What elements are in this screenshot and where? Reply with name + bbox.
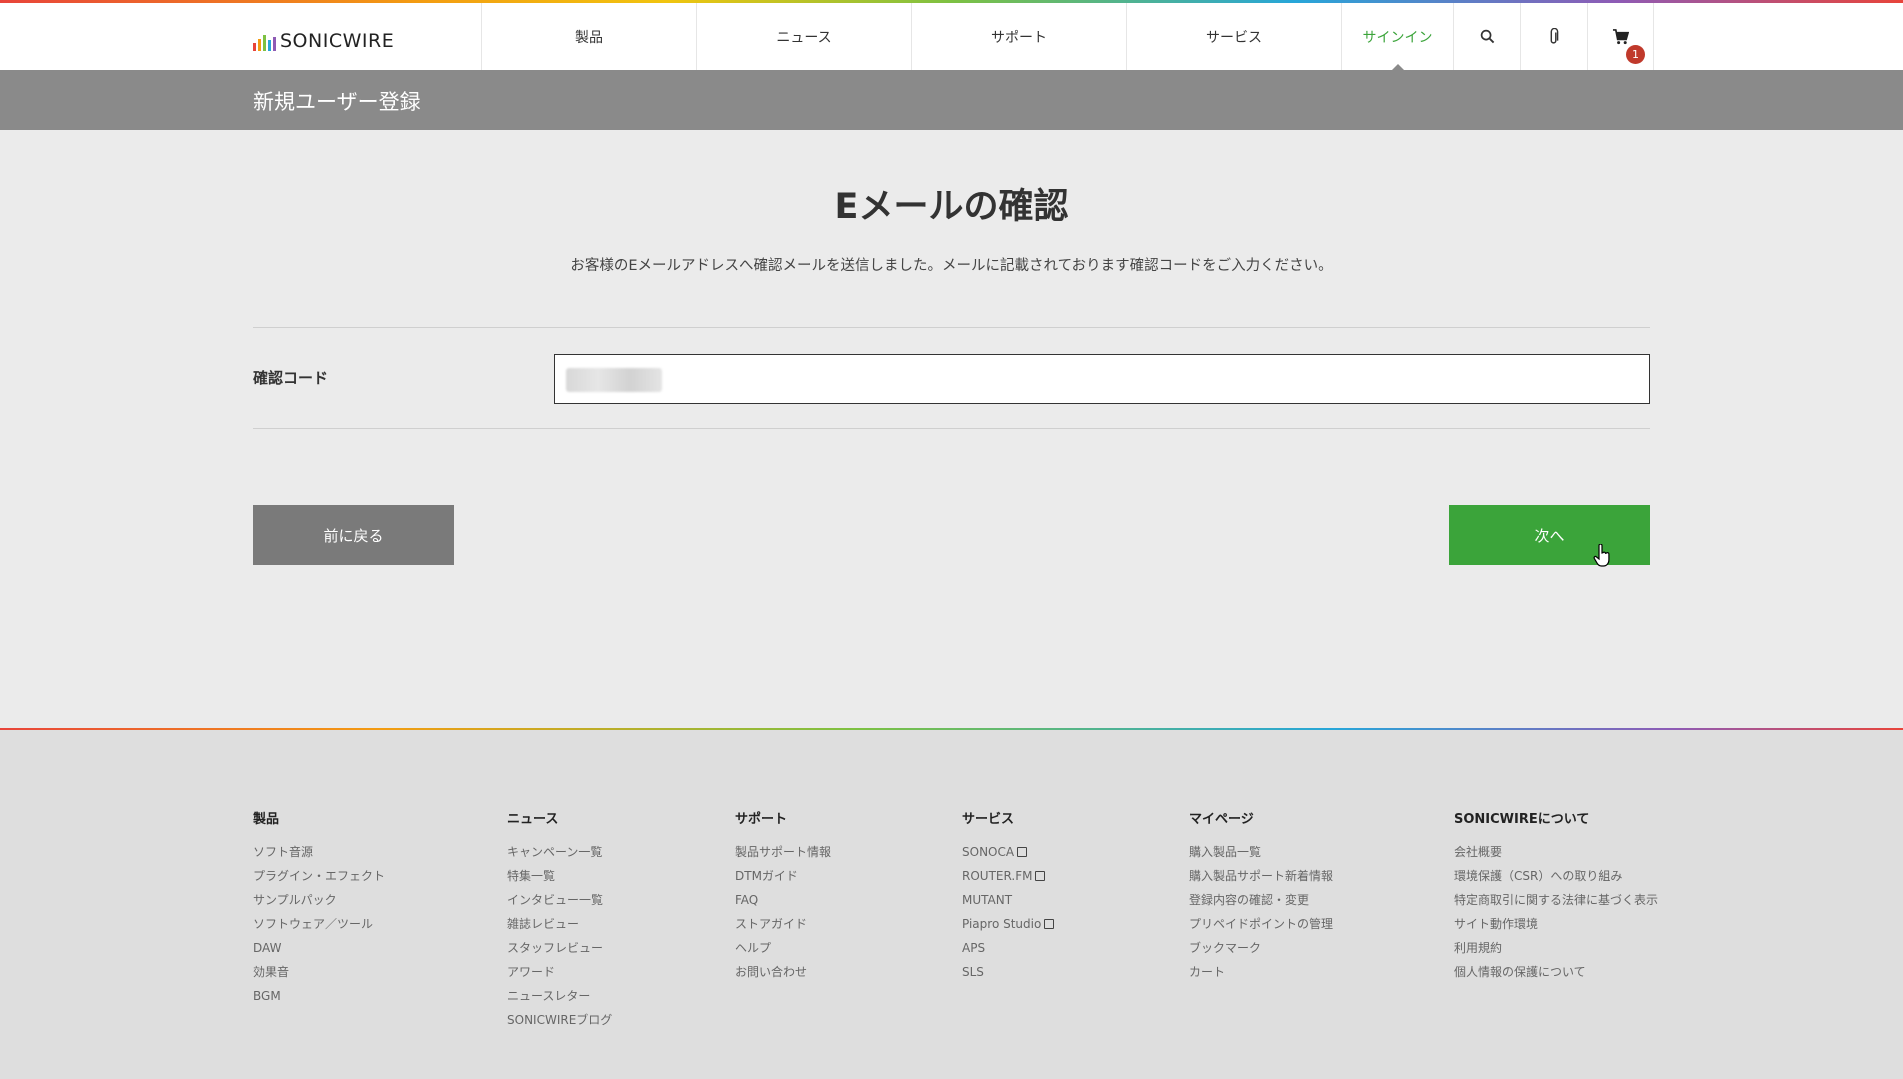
- external-link-icon: [1035, 871, 1046, 881]
- redacted-code-value: [566, 368, 662, 392]
- logo-bars-icon: [253, 33, 276, 51]
- footer-link[interactable]: プラグイン・エフェクト: [253, 864, 385, 888]
- footer-link[interactable]: 購入製品一覧: [1189, 840, 1333, 864]
- main-heading: Eメールの確認: [834, 187, 1069, 227]
- footer-link[interactable]: 製品サポート情報: [735, 840, 831, 864]
- site-header: SONICWIRE 製品 ニュース サポート サービス サインイン 1: [0, 3, 1903, 71]
- footer-link[interactable]: 個人情報の保護について: [1454, 960, 1658, 984]
- external-link-icon: [1044, 919, 1055, 929]
- footer-link-label: ROUTER.FM: [962, 869, 1033, 883]
- page-title-bar: 新規ユーザー登録: [0, 70, 1903, 130]
- footer-link[interactable]: ヘルプ: [735, 936, 831, 960]
- footer-col-title: ニュース: [507, 812, 559, 827]
- nav-news[interactable]: ニュース: [696, 3, 911, 70]
- footer-col-title: サポート: [735, 812, 788, 827]
- footer-link-label: SONOCA: [962, 845, 1015, 859]
- footer-col-title: 製品: [253, 812, 280, 827]
- footer-col-services: サービス SONOCA ROUTER.FM MUTANT Piapro Stud…: [962, 808, 1055, 984]
- back-button[interactable]: 前に戻る: [253, 505, 454, 565]
- search-button[interactable]: [1453, 3, 1520, 70]
- next-button[interactable]: 次へ: [1449, 505, 1650, 565]
- hand-cursor-icon: [1593, 544, 1610, 567]
- footer-col-title: SONICWIREについて: [1454, 812, 1590, 827]
- paperclip-icon: [1550, 27, 1559, 44]
- cart-button[interactable]: 1: [1587, 3, 1654, 70]
- footer-link[interactable]: SONICWIREブログ: [507, 1008, 612, 1032]
- cart-icon: [1612, 28, 1629, 44]
- site-footer: 製品 ソフト音源 プラグイン・エフェクト サンプルパック ソフトウェア／ツール …: [0, 730, 1903, 1079]
- footer-link[interactable]: ソフト音源: [253, 840, 385, 864]
- footer-link[interactable]: インタビュー一覧: [507, 888, 612, 912]
- footer-link[interactable]: DTMガイド: [735, 864, 831, 888]
- footer-link[interactable]: 雑誌レビュー: [507, 912, 612, 936]
- footer-link[interactable]: カート: [1189, 960, 1333, 984]
- footer-col-about: SONICWIREについて 会社概要 環境保護（CSR）への取り組み 特定商取引…: [1454, 808, 1658, 984]
- cart-count-badge: 1: [1626, 45, 1645, 64]
- main-nav: 製品 ニュース サポート サービス サインイン 1: [481, 3, 1654, 71]
- footer-link[interactable]: ニュースレター: [507, 984, 612, 1008]
- footer-link[interactable]: アワード: [507, 960, 612, 984]
- footer-link[interactable]: SLS: [962, 960, 1054, 984]
- footer-link[interactable]: 効果音: [253, 960, 385, 984]
- footer-link[interactable]: スタッフレビュー: [507, 936, 612, 960]
- logo-text: SONICWIRE: [280, 30, 395, 52]
- footer-link[interactable]: MUTANT: [962, 888, 1054, 912]
- nav-signin[interactable]: サインイン: [1341, 3, 1453, 71]
- search-icon: [1480, 29, 1494, 44]
- footer-link[interactable]: 会社概要: [1454, 840, 1658, 864]
- nav-services[interactable]: サービス: [1126, 3, 1341, 70]
- page-title: 新規ユーザー登録: [253, 90, 421, 114]
- divider-bottom: [253, 428, 1650, 429]
- footer-link-external[interactable]: SONOCA: [962, 840, 1054, 864]
- footer-col-support: サポート 製品サポート情報 DTMガイド FAQ ストアガイド ヘルプ お問い合…: [735, 808, 831, 984]
- footer-col-products: 製品 ソフト音源 プラグイン・エフェクト サンプルパック ソフトウェア／ツール …: [253, 808, 385, 1008]
- footer-link[interactable]: 利用規約: [1454, 936, 1658, 960]
- footer-link[interactable]: キャンペーン一覧: [507, 840, 612, 864]
- bookmark-button[interactable]: [1520, 3, 1587, 70]
- footer-link[interactable]: APS: [962, 936, 1054, 960]
- footer-link[interactable]: 登録内容の確認・変更: [1189, 888, 1333, 912]
- footer-link-external[interactable]: Piapro Studio: [962, 912, 1055, 936]
- footer-col-news: ニュース キャンペーン一覧 特集一覧 インタビュー一覧 雑誌レビュー スタッフレ…: [507, 808, 612, 1032]
- footer-link[interactable]: BGM: [253, 984, 385, 1008]
- footer-link[interactable]: プリペイドポイントの管理: [1189, 912, 1333, 936]
- footer-link-external[interactable]: ROUTER.FM: [962, 864, 1054, 888]
- footer-link[interactable]: サンプルパック: [253, 888, 385, 912]
- footer-link[interactable]: ストアガイド: [735, 912, 831, 936]
- footer-link-label: Piapro Studio: [962, 917, 1042, 931]
- footer-col-title: サービス: [962, 812, 1015, 827]
- footer-col-title: マイページ: [1189, 812, 1254, 827]
- main-description: お客様のEメールアドレスへ確認メールを送信しました。メールに記載されております確…: [570, 258, 1333, 274]
- external-link-icon: [1017, 847, 1028, 857]
- footer-link[interactable]: 特定商取引に関する法律に基づく表示: [1454, 888, 1658, 912]
- nav-products[interactable]: 製品: [481, 3, 696, 70]
- footer-link[interactable]: 特集一覧: [507, 864, 612, 888]
- divider-top: [253, 327, 1650, 328]
- footer-link[interactable]: お問い合わせ: [735, 960, 831, 984]
- code-label: 確認コード: [253, 369, 329, 387]
- footer-link[interactable]: 環境保護（CSR）への取り組み: [1454, 864, 1658, 888]
- confirmation-code-input[interactable]: [554, 354, 1650, 404]
- footer-col-mypage: マイページ 購入製品一覧 購入製品サポート新着情報 登録内容の確認・変更 プリペ…: [1189, 808, 1333, 984]
- nav-support[interactable]: サポート: [911, 3, 1126, 70]
- footer-link[interactable]: ブックマーク: [1189, 936, 1333, 960]
- footer-link[interactable]: 購入製品サポート新着情報: [1189, 864, 1333, 888]
- footer-link[interactable]: DAW: [253, 936, 385, 960]
- footer-link[interactable]: ソフトウェア／ツール: [253, 912, 385, 936]
- footer-link[interactable]: サイト動作環境: [1454, 912, 1658, 936]
- footer-link[interactable]: FAQ: [735, 888, 831, 912]
- sonicwire-logo[interactable]: SONICWIRE: [253, 25, 394, 51]
